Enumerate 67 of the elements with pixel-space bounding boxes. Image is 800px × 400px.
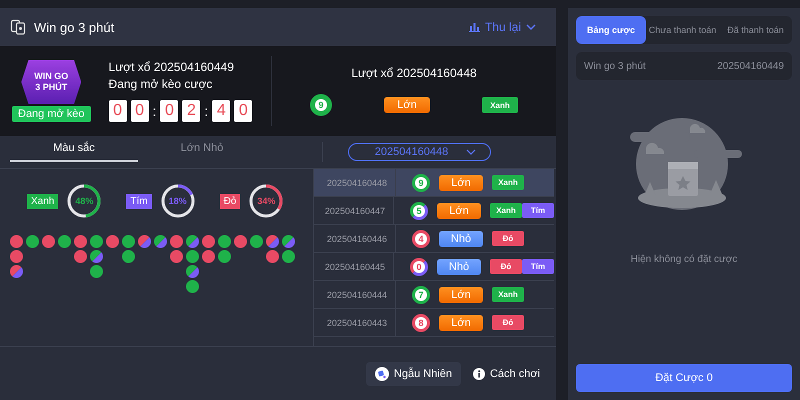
period-cell: 202504160446 bbox=[314, 225, 396, 252]
timer-digit: 0 bbox=[234, 100, 252, 122]
bet-game: Win go 3 phút bbox=[584, 60, 646, 72]
color-tag: Xanh bbox=[492, 175, 524, 190]
random-button[interactable]: Ngẫu Nhiên bbox=[366, 362, 461, 386]
collapse-link[interactable]: Thu lại bbox=[468, 20, 536, 34]
bet-tab[interactable]: Chưa thanh toán bbox=[646, 16, 719, 44]
color-tag: Xanh bbox=[490, 203, 522, 218]
percent-label: 18% bbox=[168, 196, 187, 206]
view-tab[interactable]: Màu sắc bbox=[10, 136, 138, 162]
percent-label: 48% bbox=[75, 196, 94, 206]
result-row[interactable]: 202504160446 4 Nhỏ Đỏ bbox=[314, 225, 554, 253]
timer-digit: 4 bbox=[212, 100, 230, 122]
timer-separator: : bbox=[152, 103, 156, 119]
color-tag: Xanh bbox=[482, 97, 518, 113]
size-tag: Lớn bbox=[439, 286, 483, 302]
view-tab[interactable]: Lớn Nhỏ bbox=[138, 136, 266, 162]
timer-digit: 0 bbox=[108, 100, 127, 122]
size-tag: Lớn bbox=[439, 314, 483, 330]
bet-period: 202504160449 bbox=[717, 60, 784, 72]
size-tag: Lớn bbox=[384, 97, 430, 113]
help-link[interactable]: Cách chơi bbox=[472, 368, 540, 380]
color-label: Tím bbox=[126, 194, 152, 208]
timer-digit: 0 bbox=[130, 100, 149, 122]
timer-digit: 0 bbox=[160, 100, 178, 122]
size-tag: Nhỏ bbox=[437, 258, 481, 274]
period-cell: 202504160444 bbox=[314, 281, 396, 308]
status-badge: Đang mở kèo bbox=[12, 106, 91, 122]
chevron-down-icon bbox=[526, 24, 536, 30]
color-label: Xanh bbox=[27, 194, 58, 208]
bar-chart-icon bbox=[468, 22, 480, 32]
color-tag: Xanh bbox=[492, 287, 524, 302]
round-label: Lượt xổ 202504160448 bbox=[351, 66, 477, 80]
period-cell: 202504160445 bbox=[314, 253, 394, 280]
period-cell: 202504160448 bbox=[314, 169, 396, 196]
game-logo: WIN GO 3 PHÚT bbox=[21, 60, 82, 104]
result-row[interactable]: 202504160445 0 Nhỏ Đỏ Tím bbox=[314, 253, 554, 281]
size-tag: Lớn bbox=[439, 174, 483, 190]
place-bet-button[interactable]: Đặt Cược 0 bbox=[576, 364, 792, 392]
color-tag: Đỏ bbox=[490, 259, 522, 274]
percent-label: 34% bbox=[257, 196, 276, 206]
bet-tab[interactable]: Đã thanh toán bbox=[719, 16, 792, 44]
timer-separator: : bbox=[204, 103, 208, 119]
game-title: Win go 3 phút bbox=[34, 20, 114, 34]
color-label: Đỏ bbox=[220, 194, 240, 208]
cards-icon bbox=[10, 19, 26, 35]
chevron-down-icon bbox=[466, 149, 476, 155]
round-label: Lượt xổ 202504160449 bbox=[108, 60, 235, 74]
info-icon bbox=[472, 368, 485, 380]
timer-digit: 2 bbox=[182, 100, 200, 122]
color-tag: Đỏ bbox=[492, 231, 524, 246]
dice-icon bbox=[374, 366, 389, 380]
size-tag: Nhỏ bbox=[439, 230, 483, 246]
result-row[interactable]: 202504160447 5 Lớn Xanh Tím bbox=[314, 197, 554, 225]
empty-message: Hiện không có đặt cược bbox=[630, 254, 738, 265]
color-tag: Tím bbox=[522, 203, 554, 218]
result-row[interactable]: 202504160443 8 Lớn Đỏ bbox=[314, 309, 554, 337]
color-tag: Tím bbox=[522, 259, 554, 274]
period-cell: 202504160443 bbox=[314, 309, 396, 336]
bet-tab[interactable]: Bảng cược bbox=[576, 16, 646, 44]
period-cell: 202504160447 bbox=[314, 197, 394, 224]
period-dropdown[interactable]: 202504160448 bbox=[348, 143, 492, 161]
result-row[interactable]: 202504160444 7 Lớn Xanh bbox=[314, 281, 554, 309]
result-row[interactable]: 202504160448 9 Lớn Xanh bbox=[314, 169, 554, 197]
color-tag: Đỏ bbox=[492, 315, 524, 330]
round-status: Đang mở kèo cược bbox=[108, 77, 214, 91]
size-tag: Lớn bbox=[437, 202, 481, 218]
